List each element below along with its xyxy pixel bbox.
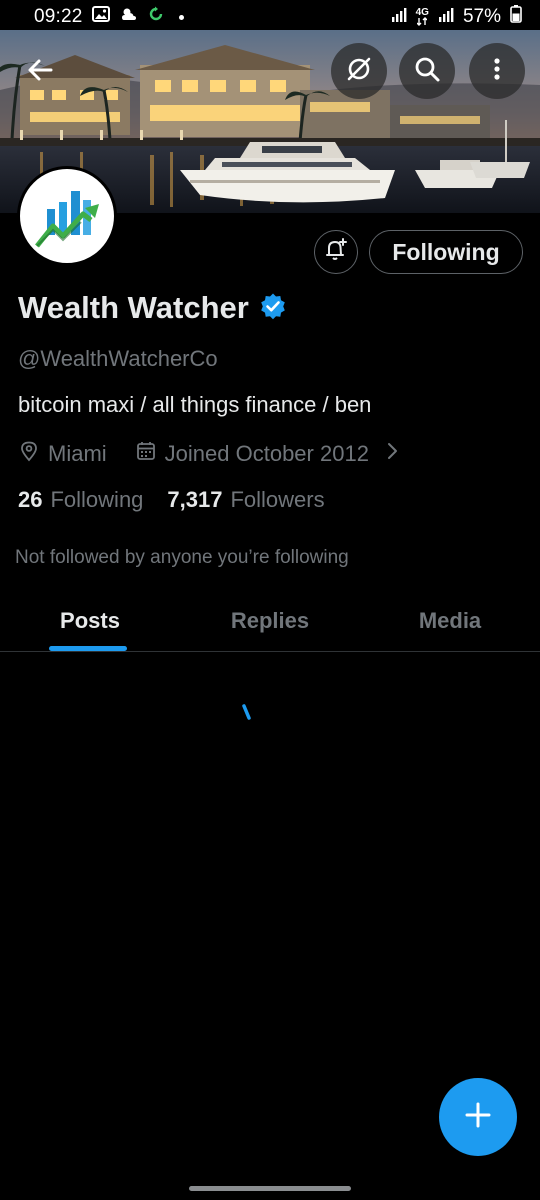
following-count: 26 (18, 487, 43, 512)
following-label: Following (50, 487, 144, 512)
notification-dot-icon (178, 14, 184, 20)
profile-joined: Joined October 2012 (164, 441, 369, 466)
weather-icon (119, 6, 139, 28)
followers-count: 7,317 (167, 487, 223, 512)
bell-plus-icon (323, 237, 349, 268)
notifications-button[interactable] (314, 230, 358, 274)
profile-name-row: Wealth Watcher (18, 290, 287, 326)
verified-badge-icon[interactable] (259, 292, 287, 325)
location-pin-icon (18, 440, 40, 468)
signal-icon (391, 6, 407, 28)
following-button[interactable]: Following (369, 230, 523, 274)
network-type-icon: 4G (416, 8, 429, 26)
sync-icon (148, 6, 164, 28)
profile-bio: bitcoin maxi / all things finance / ben (18, 392, 372, 417)
profile-meta: Miami Joined October 2012 (18, 440, 401, 468)
gallery-icon (91, 6, 110, 28)
grok-icon (345, 55, 373, 88)
wealth-watcher-logo (35, 191, 99, 248)
more-vertical-icon (483, 55, 511, 88)
chevron-right-icon[interactable] (383, 441, 401, 467)
tab-media[interactable]: Media (360, 590, 540, 652)
plus-icon (463, 1100, 493, 1135)
battery-percent: 57% (462, 6, 501, 27)
grok-button[interactable] (331, 43, 387, 99)
status-right: 4G 57% (391, 5, 522, 29)
profile-location: Miami (48, 441, 107, 466)
tab-replies[interactable]: Replies (180, 590, 360, 652)
back-button[interactable] (12, 44, 68, 100)
search-button[interactable] (399, 43, 455, 99)
following-stat[interactable]: 26 Following (18, 487, 143, 513)
profile-tabs: Posts Replies Media (0, 590, 540, 652)
profile-handle: @WealthWatcherCo (18, 346, 218, 371)
status-time: 09:22 (34, 6, 83, 27)
tab-active-indicator (49, 646, 127, 651)
not-followed-note: Not followed by anyone you’re following (15, 547, 349, 568)
followers-label: Followers (230, 487, 325, 512)
network-type-label: 4G (415, 7, 429, 18)
search-icon (413, 55, 441, 88)
loading-spinner-icon (240, 703, 254, 726)
signal-icon-2 (438, 6, 454, 28)
battery-icon (510, 5, 522, 29)
follow-stats: 26 Following 7,317 Followers (18, 487, 325, 513)
status-bar: 09:22 4G 57% (0, 0, 540, 34)
avatar[interactable] (17, 166, 117, 266)
compose-button[interactable] (439, 1078, 517, 1156)
calendar-icon (135, 440, 157, 468)
status-left: 09:22 (34, 6, 184, 28)
tab-posts[interactable]: Posts (0, 590, 180, 652)
followers-stat[interactable]: 7,317 Followers (167, 487, 324, 513)
more-button[interactable] (469, 43, 525, 99)
display-name: Wealth Watcher (18, 290, 249, 325)
home-indicator[interactable] (189, 1186, 351, 1191)
arrow-left-icon (26, 56, 54, 89)
